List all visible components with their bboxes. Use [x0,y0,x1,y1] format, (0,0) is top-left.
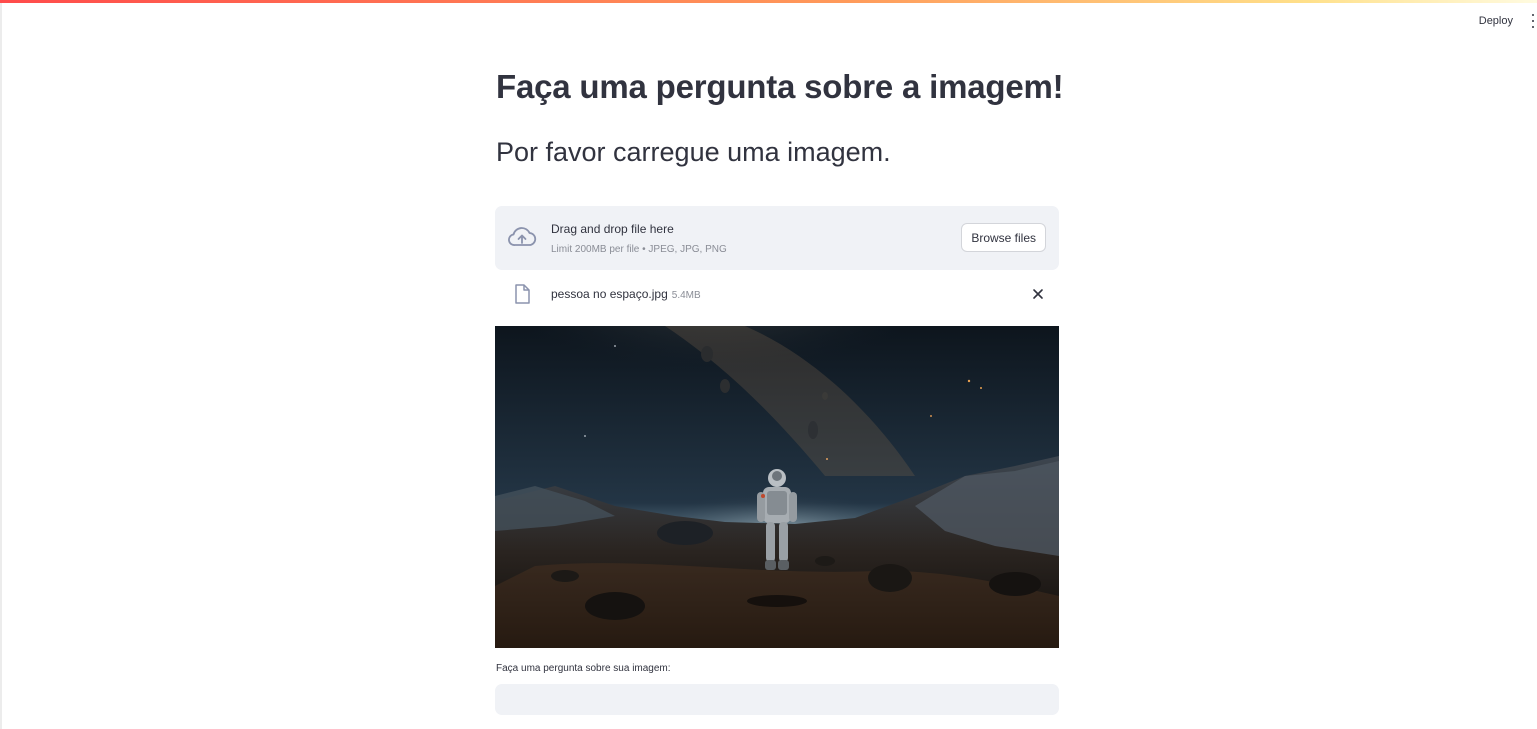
app-toolbar: Deploy [1473,10,1537,32]
vertical-ellipsis-icon[interactable] [1529,14,1537,28]
file-name-text: pessoa no espaço.jpg [551,287,668,301]
top-decoration-bar [0,0,1537,3]
question-input[interactable] [495,684,1059,715]
file-icon [515,284,530,304]
file-dropzone[interactable]: Drag and drop file here Limit 200MB per … [495,206,1059,270]
page-subtitle: Por favor carregue uma imagem. [496,137,891,167]
page-title: Faça uma pergunta sobre a imagem! [496,68,1064,105]
dropzone-instructions: Drag and drop file here [551,222,674,236]
cloud-upload-icon [508,227,537,246]
uploaded-file-name: pessoa no espaço.jpg 5.4MB [551,287,701,301]
dropzone-limit-text: Limit 200MB per file • JPEG, JPG, PNG [551,244,727,255]
uploaded-image [495,326,1059,648]
astronaut-space-image [495,326,1059,648]
question-label: Faça uma pergunta sobre sua imagem: [496,663,671,674]
deploy-button[interactable]: Deploy [1473,13,1519,29]
file-size: 5.4MB [671,290,701,301]
uploaded-file-row: pessoa no espaço.jpg 5.4MB [495,280,1059,310]
close-icon[interactable] [1031,287,1045,301]
browse-files-button[interactable]: Browse files [961,223,1046,252]
window-left-edge [0,3,2,729]
